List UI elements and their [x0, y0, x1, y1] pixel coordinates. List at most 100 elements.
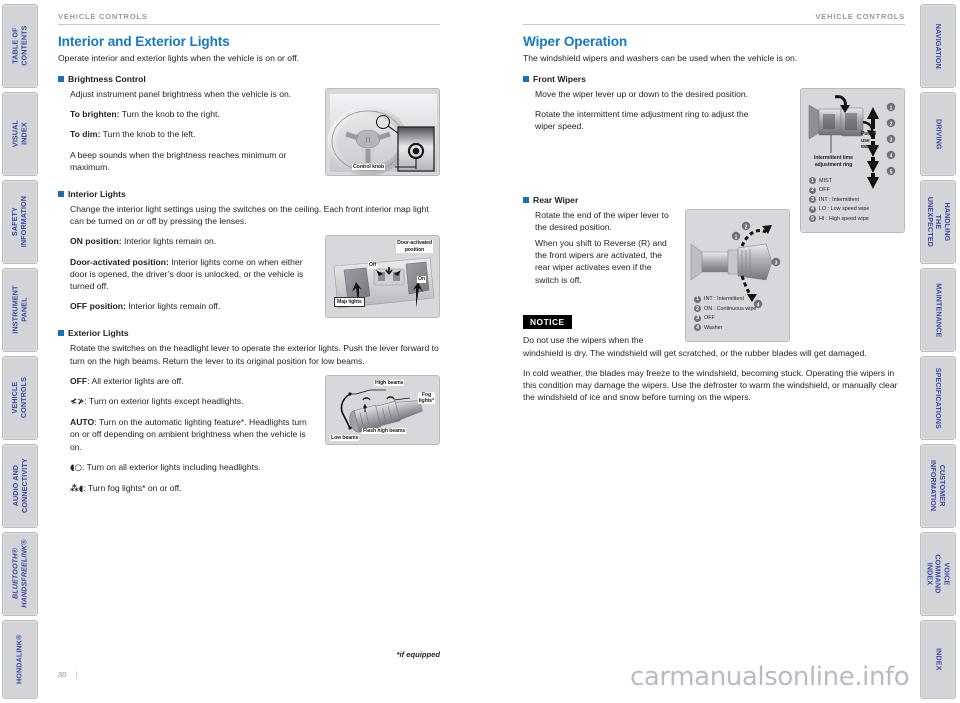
legend-text: OFF	[704, 315, 715, 322]
exterior-lights-body: Rotate the switches on the headlight lev…	[58, 342, 440, 503]
legend-number: 1	[809, 177, 816, 184]
sidebar-tab-driving[interactable]: DRIVING	[920, 92, 956, 176]
tab-label: BLUETOOTH® HANDSFREELINK®	[10, 539, 29, 609]
exterior-symbol-auto: AUTO	[70, 417, 95, 428]
tab-label: AUDIO AND CONNECTIVITY	[10, 458, 28, 514]
legend-number: 3	[809, 196, 816, 203]
sidebar-tab-specifications[interactable]: SPECIFICATIONS	[920, 356, 956, 440]
legend-number: 3	[694, 314, 701, 322]
intro-text-right: The windshield wipers and washers can be…	[523, 53, 798, 63]
section-heading-brightness-control: Brightness Control	[58, 74, 440, 84]
legend-item: 1 INT : Intermittent	[694, 295, 756, 303]
section-heading-exterior-lights: Exterior Lights	[58, 328, 440, 338]
figure-caption-map-lights: Map lights	[334, 297, 365, 308]
svg-text:3: 3	[890, 137, 893, 143]
tab-label: TABLE OF CONTENTS	[10, 25, 28, 67]
right-tab-rail: NAVIGATION DRIVING HANDLING THE UNEXPECT…	[920, 0, 958, 703]
tab-label: INSTRUMENT PANEL	[10, 285, 28, 335]
breadcrumb-right: VEHICLE CONTROLS	[815, 12, 905, 21]
legend-text: LO : Low speed wipe	[819, 206, 870, 212]
legend-item: 3 INT : Intermittent	[809, 196, 869, 203]
tab-label: VISUAL INDEX	[10, 120, 28, 148]
brightness-control-body: H Control knob Adjust instrument panel b…	[58, 88, 440, 181]
exterior-text-headlights: : Turn on all exterior lights including …	[82, 461, 261, 472]
exterior-item-headlights: ◖○: Turn on all exterior lights includin…	[70, 461, 315, 474]
figure-caption-adjustment-ring: Intermittent time adjustment ring	[814, 155, 853, 168]
exterior-symbol-off: OFF	[70, 375, 88, 386]
figure-ceiling-light-switches: Door-activated position Off On Map light…	[325, 235, 440, 319]
figure-caption-control-knob: Control knob	[352, 163, 386, 170]
figure-caption-low-beams: Low beams	[330, 434, 360, 441]
legend-text: HI : High speed wipe	[819, 215, 869, 222]
tab-label: INDEX	[934, 648, 944, 671]
figure-front-wiper-lever: 1 2 3 4 5 Pull to use washer. Intermitte…	[800, 88, 905, 233]
sidebar-tab-index[interactable]: INDEX	[920, 620, 956, 699]
off-position-label: OFF position:	[70, 301, 126, 312]
square-bullet-icon	[523, 76, 529, 82]
svg-text:1: 1	[735, 234, 738, 240]
site-watermark: carmanualsonline.info	[630, 662, 910, 692]
sidebar-tab-voice-command-index[interactable]: VOICE COMMAND INDEX	[920, 532, 956, 616]
exterior-text-position-lights: : Turn on exterior lights except headlig…	[84, 396, 244, 407]
front-wipers-paragraph-1: Move the wiper lever up or down to the d…	[535, 89, 749, 99]
square-bullet-icon	[58, 76, 64, 82]
legend-number: 1	[694, 295, 701, 303]
legend-item: 4 Washer	[694, 324, 756, 332]
figure-caption-off: Off	[368, 262, 378, 269]
tab-label: HONDALINK®	[14, 634, 24, 685]
square-bullet-icon	[523, 196, 529, 203]
left-tab-rail: TABLE OF CONTENTS VISUAL INDEX SAFETY IN…	[2, 0, 40, 703]
exterior-text-auto: : Turn on the automatic lighting feature…	[70, 417, 307, 452]
tab-label: VEHICLE CONTROLS	[10, 377, 29, 419]
interior-paragraph-1: Change the interior light settings using…	[70, 204, 429, 227]
tab-label: MAINTENANCE	[934, 282, 944, 338]
legend-text: INT : Intermittent	[704, 296, 745, 303]
sidebar-tab-instrument-panel[interactable]: INSTRUMENT PANEL	[2, 268, 38, 352]
svg-text:2: 2	[890, 121, 893, 127]
sidebar-tab-table-of-contents[interactable]: TABLE OF CONTENTS	[2, 4, 38, 88]
interior-door-activated-position: Door-activated position: Interior lights…	[70, 256, 315, 293]
folio-divider: |	[75, 670, 78, 679]
sidebar-tab-hondalink[interactable]: HONDALINK®	[2, 620, 38, 699]
page-footer: 30 |	[58, 670, 77, 679]
tab-label: CUSTOMER INFORMATION	[930, 460, 948, 512]
svg-text:4: 4	[757, 302, 760, 308]
legend-item: 2 OFF	[809, 186, 869, 194]
section-heading-front-wipers: Front Wipers	[523, 74, 905, 84]
legend-item: 5 HI : High speed wipe	[809, 215, 869, 222]
sidebar-tab-visual-index[interactable]: VISUAL INDEX	[2, 92, 38, 176]
to-dim-label: To dim:	[70, 129, 101, 140]
sidebar-tab-safety-information[interactable]: SAFETY INFORMATION	[2, 180, 38, 264]
legend-text: INT : Intermittent	[819, 196, 860, 203]
exterior-item-position-lights: ≮≯: Turn on exterior lights except headl…	[70, 395, 315, 408]
front-wiper-legend: 1 MIST 2 OFF 3 INT : Intermittent 4 LO:…	[809, 177, 869, 225]
legend-text: Washer	[704, 324, 723, 331]
notice-paragraph-2: In cold weather, the blades may freeze t…	[523, 367, 898, 403]
tab-label: DRIVING	[934, 118, 944, 150]
intro-text-left: Operate interior and exterior lights whe…	[58, 53, 300, 63]
sidebar-tab-bluetooth-handsfreelink[interactable]: BLUETOOTH® HANDSFREELINK®	[2, 532, 38, 616]
header-rule-right	[523, 24, 905, 25]
if-equipped-footnote: *if equipped	[396, 650, 440, 659]
legend-text: ON : Continuous wipe	[704, 305, 757, 312]
manual-page: TABLE OF CONTENTS VISUAL INDEX SAFETY IN…	[0, 0, 960, 703]
headlight-symbol-icon: ◖○	[70, 462, 83, 473]
tab-label: SPECIFICATIONS	[934, 367, 944, 429]
section-heading-rear-wiper: Rear Wiper	[523, 195, 790, 205]
tab-label: HANDLING THE UNEXPECTED	[925, 196, 952, 248]
sidebar-tab-handling-the-unexpected[interactable]: HANDLING THE UNEXPECTED	[920, 180, 956, 264]
figure-caption-on: On	[416, 276, 426, 283]
sidebar-tab-vehicle-controls[interactable]: VEHICLE CONTROLS	[2, 356, 38, 440]
svg-text:4: 4	[890, 153, 893, 159]
heading-label: Front Wipers	[533, 74, 586, 84]
figure-rear-wiper-lever: 1 2 3 4 1 INT : Intermittent 2 ON : Cont…	[685, 208, 790, 342]
sidebar-tab-audio-and-connectivity[interactable]: AUDIO AND CONNECTIVITY	[2, 444, 38, 528]
sidebar-tab-customer-information[interactable]: CUSTOMER INFORMATION	[920, 444, 956, 528]
sidebar-tab-navigation[interactable]: NAVIGATION	[920, 4, 956, 88]
header-rule-left	[58, 24, 440, 25]
figure-caption-door-activated: Door-activated position	[396, 240, 433, 253]
exterior-paragraph-1: Rotate the switches on the headlight lev…	[70, 343, 439, 366]
legend-text: MIST	[819, 177, 832, 184]
sidebar-tab-maintenance[interactable]: MAINTENANCE	[920, 268, 956, 352]
fog-light-symbol-icon: ⁂◖	[70, 484, 84, 495]
